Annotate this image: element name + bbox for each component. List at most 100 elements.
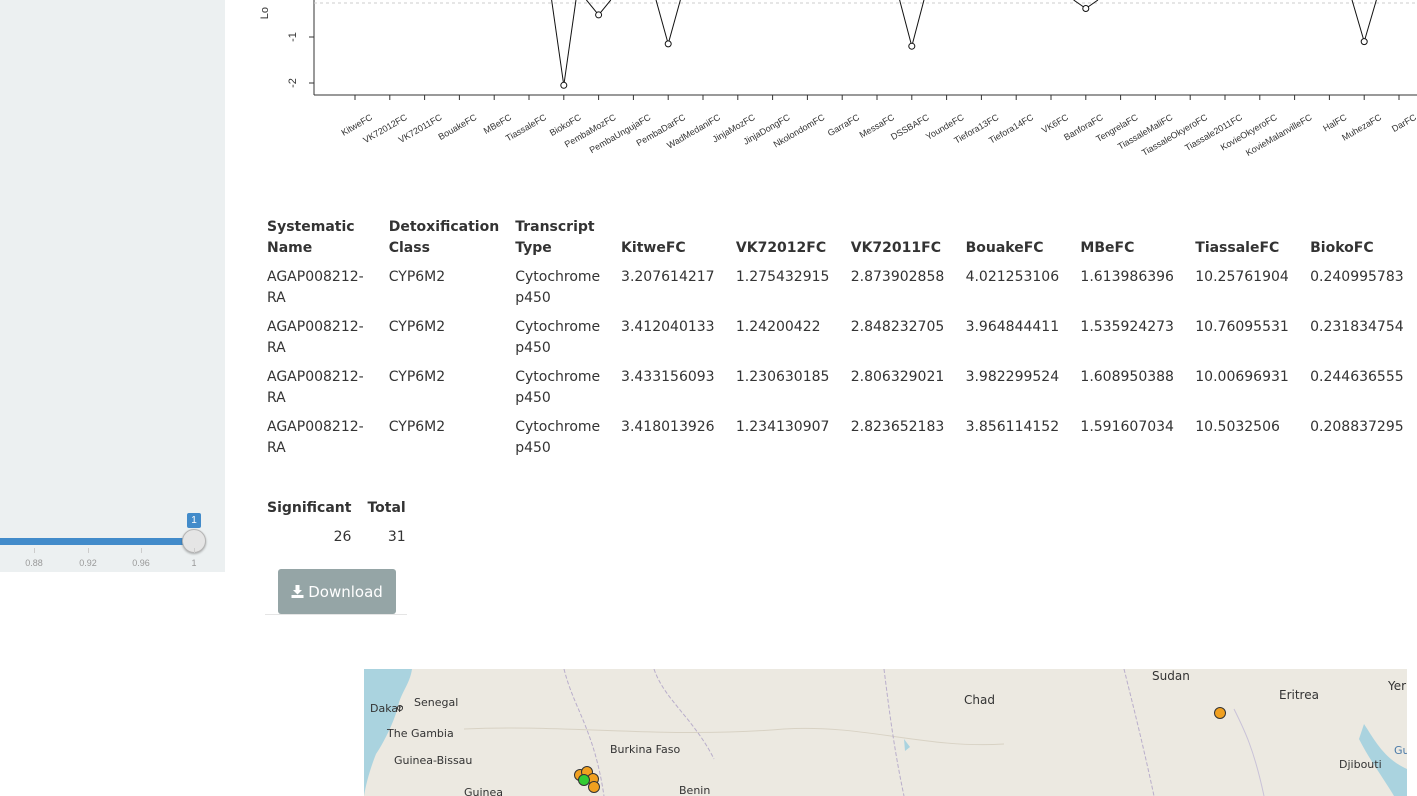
- map-label: Burkina Faso: [610, 743, 681, 756]
- series-line-segment: [911, 0, 925, 47]
- table-cell: 2.823652183: [850, 419, 945, 435]
- divider: [265, 614, 407, 615]
- table-cell: 10.76095531: [1195, 319, 1289, 335]
- x-tick-label: BouakeFC: [437, 112, 479, 142]
- slider-tick-mark: [194, 548, 195, 553]
- map-label: Guinea-Bissau: [394, 754, 473, 767]
- table-header-row: Systematic Name Detoxification Class Tra…: [259, 213, 1417, 263]
- data-point: [595, 11, 603, 19]
- table-cell: 0.244636555: [1310, 369, 1404, 385]
- table-cell: 1.24200422: [735, 319, 821, 335]
- map-label: Eritrea: [1279, 688, 1319, 702]
- city-marker-icon: [397, 705, 403, 711]
- table-row: AGAP008212-RA CYP6M2 Cytochrome p450 3.4120…: [259, 313, 1417, 363]
- download-button[interactable]: Download: [278, 569, 396, 614]
- table-cell: CYP6M2: [388, 269, 446, 285]
- total-count: 31: [387, 529, 406, 545]
- series-line-segment: [655, 0, 669, 45]
- y-tick-label: -1: [287, 32, 299, 42]
- column-header: BiokoFC: [1310, 240, 1374, 256]
- slider-track[interactable]: [0, 538, 194, 545]
- series-line-segment: [1363, 0, 1377, 42]
- slider-tick-label: 1: [191, 558, 197, 568]
- map-label: Chad: [964, 693, 995, 707]
- table-cell: 3.856114152: [965, 419, 1060, 435]
- slider-tick-label: 0.88: [25, 558, 43, 568]
- sample-marker[interactable]: [1214, 707, 1226, 719]
- series-line-segment: [667, 0, 681, 45]
- table-cell: 0.240995783: [1310, 269, 1404, 285]
- table-cell: Cytochrome p450: [515, 319, 601, 356]
- map-label: Senegal: [414, 696, 459, 709]
- table-row: AGAP008212-RA CYP6M2 Cytochrome p450 3.2076…: [259, 263, 1417, 313]
- series-line-segment: [563, 0, 577, 86]
- gene-fold-change-table: Systematic Name Detoxification Class Tra…: [259, 213, 1417, 463]
- series-group: [551, 0, 1377, 89]
- column-header: BouakeFC: [965, 240, 1044, 256]
- map-label: Guinea: [464, 786, 504, 796]
- map-label: Yer: [1388, 679, 1407, 693]
- table-cell: 10.5032506: [1195, 419, 1280, 435]
- y-tick-label: -2: [287, 78, 299, 88]
- table-cell: 1.608950388: [1080, 369, 1174, 385]
- table-cell: 3.412040133: [621, 319, 715, 335]
- data-point: [1360, 38, 1368, 46]
- table-cell: 1.230630185: [735, 369, 830, 385]
- table-cell: Cytochrome p450: [515, 269, 601, 306]
- column-header: MBeFC: [1080, 240, 1135, 256]
- table-cell: CYP6M2: [388, 419, 446, 435]
- column-header: VK72012FC: [735, 240, 827, 256]
- map-label: Djibouti: [1339, 758, 1382, 771]
- map-label: The Gambia: [387, 727, 454, 740]
- slider-tick-mark: [141, 548, 142, 553]
- series-line-segment: [1351, 0, 1365, 42]
- table-cell: 2.848232705: [850, 319, 945, 335]
- x-tick-label: DarFC: [1390, 112, 1417, 134]
- table-row: AGAP008212-RA CYP6M2 Cytochrome p450 3.4331…: [259, 363, 1417, 413]
- table-cell: 3.433156093: [621, 369, 715, 385]
- table-header-row: Significant Total: [259, 494, 414, 523]
- column-header: Detoxification Class: [388, 219, 500, 256]
- data-point: [664, 40, 672, 48]
- data-point: [1082, 4, 1090, 12]
- fold-change-line-plot: Lo -1 -2 KitweFCVK72012FCVK72011FCBouake…: [259, 0, 1417, 158]
- table-cell: 2.873902858: [850, 269, 945, 285]
- significance-summary-table: Significant Total 26 31: [259, 494, 414, 552]
- significant-count: 26: [333, 529, 352, 545]
- column-header: Transcript Type: [515, 219, 595, 256]
- table-cell: 4.021253106: [965, 269, 1060, 285]
- table-cell: CYP6M2: [388, 369, 446, 385]
- data-point: [560, 81, 568, 89]
- table-cell: 0.208837295: [1310, 419, 1404, 435]
- map-label: Sudan: [1152, 669, 1190, 683]
- column-header: VK72011FC: [850, 240, 941, 256]
- download-button-label: Download: [308, 582, 383, 601]
- table-cell: Cytochrome p450: [515, 419, 601, 456]
- table-cell: 3.982299524: [965, 369, 1060, 385]
- table-cell: AGAP008212-RA: [267, 369, 364, 406]
- table-cell: 3.418013926: [621, 419, 715, 435]
- map-label: Benin: [679, 784, 711, 796]
- table-cell: 1.535924273: [1080, 319, 1174, 335]
- table-cell: 3.964844411: [965, 319, 1060, 335]
- column-header: Total: [367, 500, 406, 516]
- x-tick-label: PembaUngujaFC: [588, 112, 653, 155]
- column-header: KitweFC: [621, 240, 686, 256]
- table-row: AGAP008212-RA CYP6M2 Cytochrome p450 3.4180…: [259, 413, 1417, 463]
- slider-tick-mark: [34, 548, 35, 553]
- y-axis-label: Lo: [259, 7, 271, 19]
- sample-marker[interactable]: [588, 781, 600, 793]
- table-cell: AGAP008212-RA: [267, 419, 364, 456]
- sidebar-panel: [0, 0, 225, 572]
- table-cell: Cytochrome p450: [515, 369, 601, 406]
- slider-tick-label: 0.92: [79, 558, 97, 568]
- download-icon: [291, 585, 304, 598]
- table-row: 26 31: [259, 523, 414, 552]
- table-cell: 3.207614217: [621, 269, 715, 285]
- sample-location-map[interactable]: Senegal Dakar The Gambia Guinea-Bissau G…: [364, 669, 1407, 796]
- map-terrain: [364, 669, 1407, 796]
- table-cell: 1.234130907: [735, 419, 830, 435]
- table-cell: 1.275432915: [735, 269, 830, 285]
- column-header: Significant: [267, 500, 352, 516]
- table-cell: 1.613986396: [1080, 269, 1174, 285]
